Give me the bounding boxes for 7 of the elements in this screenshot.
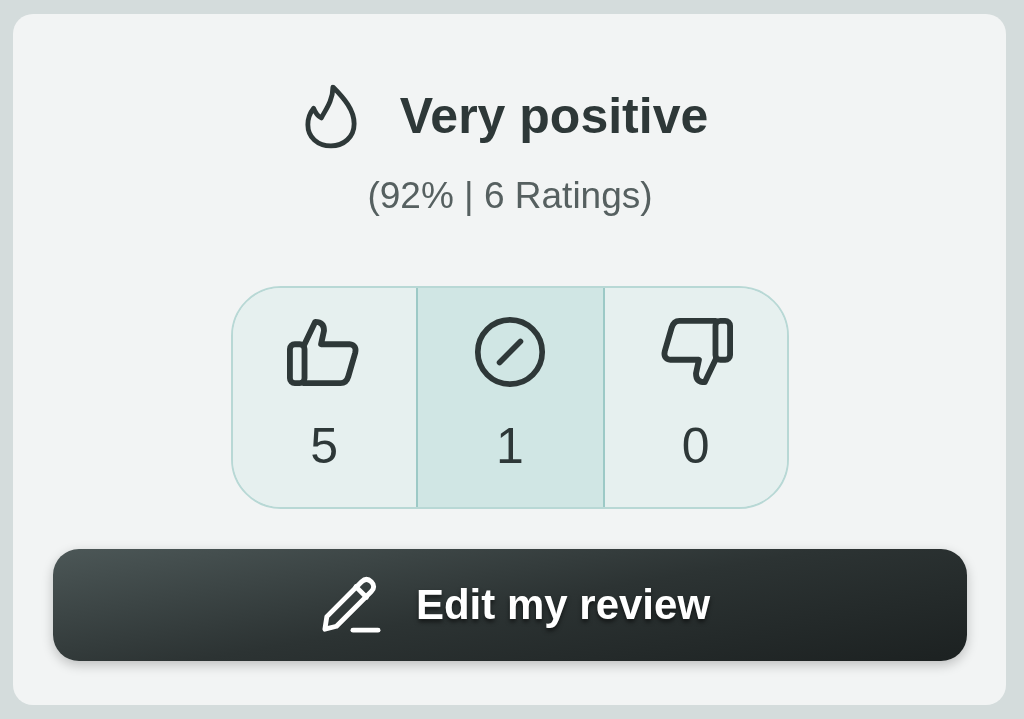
pencil-icon <box>319 576 382 634</box>
edit-review-button[interactable]: Edit my review <box>53 549 967 661</box>
rating-summary: (92% | 6 Ratings) <box>367 174 653 218</box>
vote-option[interactable]: 1 <box>415 288 605 507</box>
slash-circle-icon <box>473 316 547 388</box>
flame-icon <box>303 83 358 149</box>
rating-label: Very positive <box>399 91 709 141</box>
